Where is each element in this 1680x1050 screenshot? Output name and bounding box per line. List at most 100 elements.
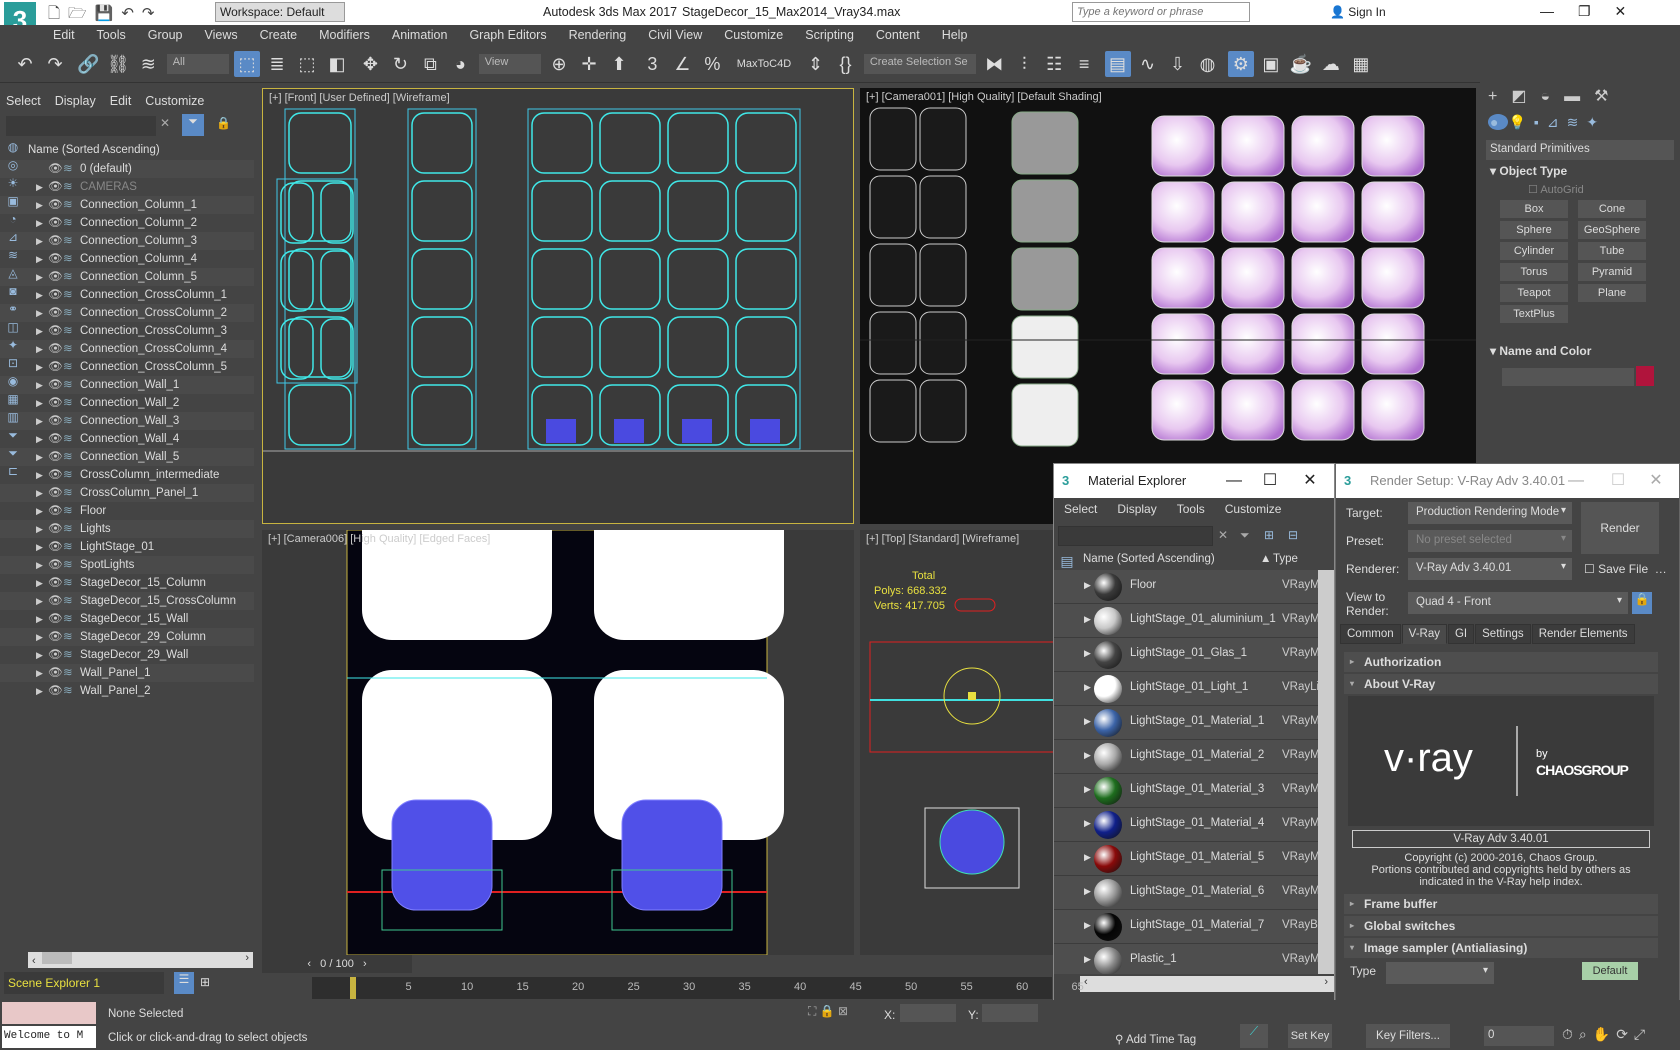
create-geosphere-button[interactable]: GeoSphere (1578, 221, 1646, 239)
eye-icon[interactable]: 👁 (48, 574, 63, 592)
tab-common[interactable]: Common (1340, 624, 1401, 644)
expand-icon[interactable]: ▶ (36, 556, 43, 574)
viewport-front[interactable]: [+] [Front] [User Defined] [Wireframe] (262, 88, 854, 524)
expand-icon[interactable]: ▶ (36, 196, 43, 214)
expand-icon[interactable]: ▶ (36, 214, 43, 232)
expand-icon[interactable]: ▶ (36, 610, 43, 628)
eye-icon[interactable]: 👁 (48, 412, 63, 430)
viewport-camera006[interactable]: [+] [Camera006] [High Quality] [Edged Fa… (262, 530, 854, 955)
close-icon[interactable]: ✕ (1290, 464, 1330, 498)
scene-item[interactable]: ▶ 👁 ≋ Connection_CrossColumn_3 (0, 322, 254, 340)
bind-space-warp-icon[interactable]: ≋ (135, 51, 161, 77)
create-cone-button[interactable]: Cone (1578, 200, 1646, 218)
named-selection-dropdown[interactable]: Create Selection Se (863, 54, 976, 74)
select-object-icon[interactable]: ⬚ (234, 51, 261, 77)
rendered-frame-icon[interactable]: ▣ (1258, 51, 1284, 77)
display-filter-icon[interactable]: ◍ (2, 140, 24, 158)
pivot-icon[interactable]: ⊕ (546, 51, 572, 77)
material-h-scrollbar[interactable]: ‹ › (1080, 976, 1334, 992)
search-input[interactable] (1072, 2, 1250, 22)
track-bar[interactable]: 05101520253035404550556065 (312, 977, 1084, 999)
menu-graph-editors[interactable]: Graph Editors (458, 25, 557, 45)
expand-icon[interactable]: ▶ (36, 394, 43, 412)
scene-item[interactable]: ▶ 👁 ≋ Connection_Wall_1 (0, 376, 254, 394)
expand-icon[interactable]: ▶ (36, 430, 43, 448)
menu-help[interactable]: Help (931, 25, 979, 45)
eye-icon[interactable]: 👁 (48, 682, 63, 700)
scene-h-scrollbar[interactable]: ‹ › (28, 952, 253, 968)
render-iterative-icon[interactable]: ☁ (1318, 51, 1344, 77)
expand-icon[interactable]: ▶ (36, 232, 43, 250)
scene-item[interactable]: ▶ 👁 ≋ Connection_CrossColumn_4 (0, 340, 254, 358)
maxtoc4d-button[interactable]: MaxToC4D (737, 58, 791, 70)
isolate-icon[interactable]: ⛶ 🔒 ⊠ (808, 1004, 848, 1019)
display-filter-icon[interactable]: ⏷ (2, 428, 24, 446)
scene-item[interactable]: ▶ 👁 ≋ Floor (0, 502, 254, 520)
material-v-scrollbar[interactable] (1318, 570, 1334, 974)
expand-all-icon[interactable]: ⊞ (1264, 528, 1274, 542)
material-item[interactable]: ▶ LightStage_01_aluminium_1 VRayMt (1054, 604, 1318, 638)
keyboard-shortcut-icon[interactable]: ⬆ (606, 51, 632, 77)
menu-views[interactable]: Views (193, 25, 248, 45)
eye-icon[interactable]: 👁 (48, 502, 63, 520)
eye-icon[interactable]: 👁 (48, 376, 63, 394)
expand-icon[interactable]: ▶ (36, 502, 43, 520)
eye-icon[interactable]: 👁 (48, 448, 63, 466)
lock-icon[interactable]: 🔒 (216, 116, 231, 130)
scene-item[interactable]: ▶ 👁 ≋ Connection_CrossColumn_2 (0, 304, 254, 322)
render-grid-icon[interactable]: ▦ (1348, 51, 1374, 77)
create-textplus-button[interactable]: TextPlus (1500, 305, 1568, 323)
scene-menu-edit[interactable]: Edit (104, 88, 140, 108)
close-icon[interactable]: ✕ (1636, 464, 1676, 498)
scene-item[interactable]: ▶ 👁 ≋ Connection_Column_3 (0, 232, 254, 250)
viewport-label[interactable]: [+] [Front] [User Defined] [Wireframe] (269, 92, 450, 104)
name-and-color-rollout[interactable]: ▾ Name and Color (1490, 344, 1591, 358)
eye-icon[interactable]: 👁 (48, 322, 63, 340)
sign-in-link[interactable]: 👤 Sign In (1330, 5, 1386, 19)
selection-filter-dropdown[interactable]: All (166, 54, 229, 74)
scene-item[interactable]: ▶ 👁 ≋ StageDecor_15_Wall (0, 610, 254, 628)
expand-icon[interactable]: ▶ (36, 484, 43, 502)
expand-icon[interactable]: ▶ (36, 250, 43, 268)
scene-item[interactable]: ▶ 👁 ≋ Connection_Wall_3 (0, 412, 254, 430)
filter-icon[interactable]: ⏷ (1240, 528, 1250, 543)
material-menu-customize[interactable]: Customize (1225, 502, 1282, 516)
scene-item[interactable]: ▶ 👁 ≋ Wall_Panel_1 (0, 664, 254, 682)
primitive-type-dropdown[interactable]: Standard Primitives (1486, 140, 1674, 160)
scene-item[interactable]: ▶ 👁 ≋ LightStage_01 (0, 538, 254, 556)
lock-icon[interactable]: 🔒 (1632, 592, 1652, 614)
scene-item[interactable]: ▶ 👁 ≋ Connection_CrossColumn_1 (0, 286, 254, 304)
time-slider[interactable]: ‹ 0 / 100 › (262, 955, 412, 973)
material-item[interactable]: ▶ LightStage_01_Material_6 VRayMt (1054, 876, 1318, 910)
eye-icon[interactable]: 👁 (48, 646, 63, 664)
render-production-icon[interactable]: ☕ (1288, 51, 1314, 77)
expand-icon[interactable]: ▶ (36, 520, 43, 538)
placement-icon[interactable]: ◕ (447, 51, 473, 77)
expand-icon[interactable]: ▶ (1084, 648, 1091, 659)
viewport-nav-icons[interactable]: ⏱⌕✋⟳⤢ (1562, 1026, 1651, 1043)
material-menu-display[interactable]: Display (1117, 502, 1156, 516)
curve-editor-icon[interactable]: ∿ (1135, 51, 1161, 77)
listener-output[interactable]: Welcome to M (2, 1026, 96, 1048)
create-teapot-button[interactable]: Teapot (1500, 284, 1568, 302)
add-time-tag-button[interactable]: ⚲ Add Time Tag (1115, 1032, 1196, 1046)
material-item[interactable]: ▶ LightStage_01_Light_1 VRayLi. (1054, 672, 1318, 706)
scene-item[interactable]: ▶ 👁 ≋ SpotLights (0, 556, 254, 574)
viewport-label[interactable]: [+] [Camera001] [High Quality] [Default … (866, 91, 1102, 103)
expand-icon[interactable]: ▶ (36, 268, 43, 286)
scene-search-input[interactable] (6, 116, 156, 136)
scene-explorer-icon[interactable]: ☷ (1041, 51, 1067, 77)
display-filter-icon[interactable]: ◫ (2, 320, 24, 338)
scene-item[interactable]: ▶ 👁 ≋ Connection_Wall_2 (0, 394, 254, 412)
current-frame-spinner[interactable]: 0 (1484, 1026, 1554, 1046)
scene-item[interactable]: ▶ 👁 ≋ StageDecor_15_CrossColumn (0, 592, 254, 610)
scene-menu-select[interactable]: Select (0, 88, 49, 108)
view-to-render-dropdown[interactable]: Quad 4 - Front (1408, 592, 1628, 614)
eye-icon[interactable]: 👁 (48, 160, 63, 178)
expand-icon[interactable]: ▶ (1084, 920, 1091, 931)
eye-icon[interactable]: 👁 (48, 556, 63, 574)
expand-icon[interactable]: ▶ (36, 628, 43, 646)
save-file-checkbox[interactable]: ☐ Save File … (1584, 562, 1667, 576)
expand-icon[interactable]: ▶ (1084, 750, 1091, 761)
default-button[interactable]: Default (1582, 962, 1638, 980)
